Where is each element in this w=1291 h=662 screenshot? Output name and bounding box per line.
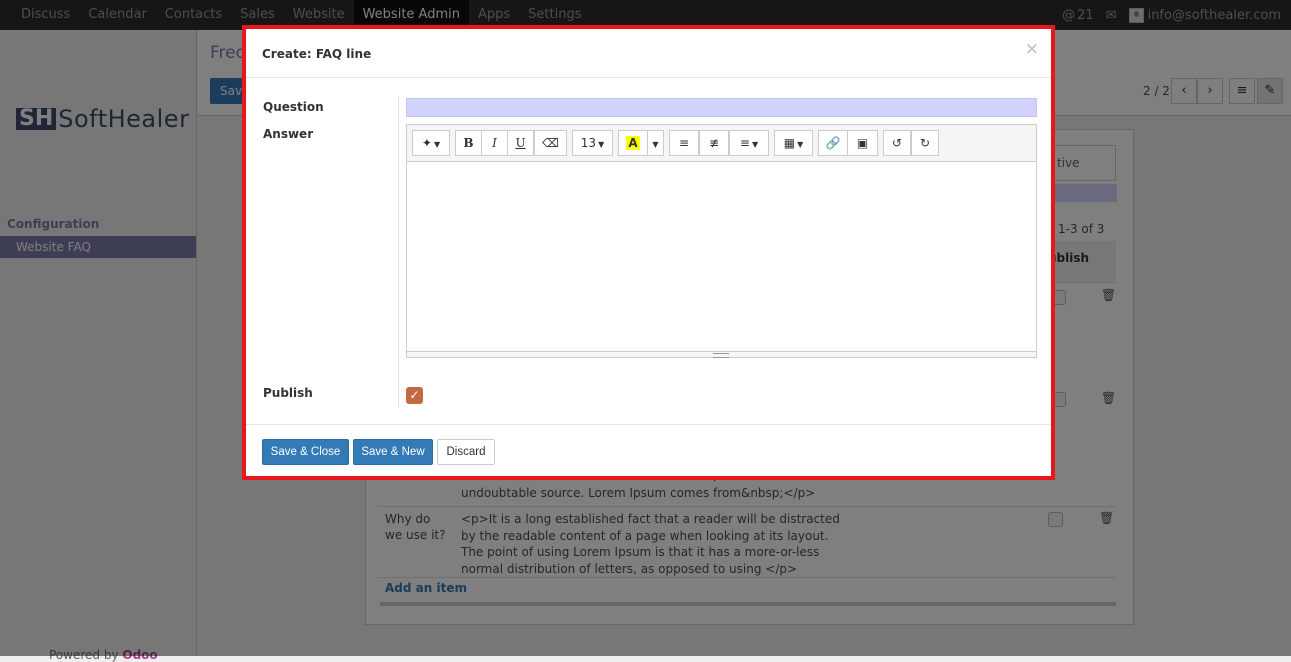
editor-toolbar: ✦ ▼ B I U ⌫ 13 ▼ A ▼ ≡ ≢ ≡ ▼ ▦ ▼ 🔗 ▣ ↺ ↻: [407, 125, 1036, 162]
highlight-icon: A: [626, 136, 640, 150]
bold-button[interactable]: B: [455, 130, 482, 156]
italic-button[interactable]: I: [481, 130, 508, 156]
image-icon: ▣: [856, 136, 869, 150]
question-input[interactable]: [406, 98, 1037, 117]
table-dropdown[interactable]: ▦ ▼: [774, 130, 813, 156]
answer-label: Answer: [263, 127, 314, 141]
undo-button[interactable]: ↺: [883, 130, 911, 156]
underline-button[interactable]: U: [507, 130, 534, 156]
font-size-value: 13: [580, 136, 597, 150]
text-color-button[interactable]: A: [618, 130, 648, 156]
remove-format-button[interactable]: ⌫: [534, 130, 567, 156]
table-icon: ▦: [783, 136, 796, 150]
question-label: Question: [263, 100, 324, 114]
style-dropdown[interactable]: ✦ ▼: [412, 130, 450, 156]
magic-wand-icon: ✦: [421, 136, 432, 150]
paragraph-dropdown[interactable]: ≡ ▼: [729, 130, 769, 156]
dialog-header: Create: FAQ line ×: [246, 29, 1051, 78]
align-left-icon: ≡: [739, 136, 750, 150]
editor-resize-handle[interactable]: [407, 351, 1036, 358]
publish-label: Publish: [263, 386, 313, 400]
ordered-list-button[interactable]: ≢: [699, 130, 729, 156]
color-dropdown-toggle[interactable]: ▼: [647, 130, 664, 156]
unordered-list-button[interactable]: ≡: [669, 130, 699, 156]
font-size-dropdown[interactable]: 13 ▼: [572, 130, 613, 156]
redo-button[interactable]: ↻: [911, 130, 939, 156]
ordered-list-icon: ≢: [708, 136, 720, 150]
unordered-list-icon: ≡: [678, 136, 690, 150]
image-button[interactable]: ▣: [847, 130, 878, 156]
publish-checkbox[interactable]: ✓: [406, 387, 423, 404]
discard-button[interactable]: Discard: [437, 439, 495, 465]
link-icon: 🔗: [825, 136, 841, 150]
save-new-button[interactable]: Save & New: [353, 439, 433, 465]
answer-html-editor: ✦ ▼ B I U ⌫ 13 ▼ A ▼ ≡ ≢ ≡ ▼ ▦ ▼ 🔗 ▣ ↺ ↻: [406, 124, 1037, 358]
eraser-icon: ⌫: [542, 136, 559, 150]
redo-icon: ↻: [919, 136, 931, 150]
dialog-title: Create: FAQ line: [262, 47, 372, 61]
close-icon[interactable]: ×: [1025, 39, 1039, 59]
answer-editable-area[interactable]: [407, 162, 1036, 351]
create-faq-line-dialog: Create: FAQ line × Question Answer Publi…: [242, 25, 1055, 480]
dialog-footer: Save & Close Save & New Discard: [246, 424, 1051, 476]
undo-icon: ↺: [891, 136, 903, 150]
save-close-button[interactable]: Save & Close: [262, 439, 349, 465]
link-button[interactable]: 🔗: [818, 130, 848, 156]
field-separator: [398, 95, 399, 408]
